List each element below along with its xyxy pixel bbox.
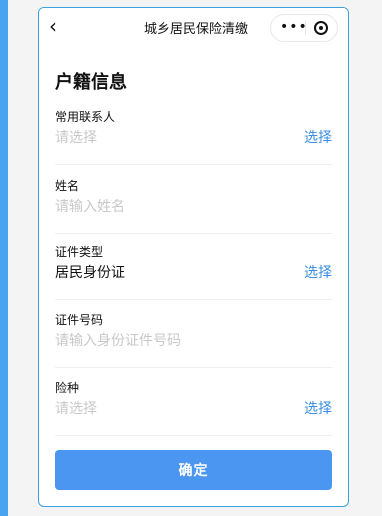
left-edge-strip xyxy=(0,0,8,516)
divider xyxy=(55,233,332,234)
divider xyxy=(55,367,332,368)
divider xyxy=(55,435,332,436)
select-button[interactable]: 选择 xyxy=(304,127,332,147)
capsule-divider xyxy=(305,21,306,35)
page-title: 城乡居民保险清缴 xyxy=(143,22,248,37)
top-navigation-bar: ‹ 城乡居民保险清缴 ••• xyxy=(39,8,348,46)
divider xyxy=(55,164,332,165)
field-label: 证件类型 xyxy=(55,245,104,259)
field-label: 证件号码 xyxy=(55,313,104,327)
confirm-button[interactable]: 确定 xyxy=(55,450,332,490)
section-heading: 户籍信息 xyxy=(55,72,127,93)
app-frame: ‹ 城乡居民保险清缴 ••• 户籍信息 常用联系人 请选择 选择 姓名 请输入姓… xyxy=(0,0,382,516)
field-value-contact[interactable]: 请选择 xyxy=(55,127,97,147)
field-label: 常用联系人 xyxy=(55,110,116,124)
divider xyxy=(55,299,332,300)
name-input[interactable]: 请输入姓名 xyxy=(55,196,125,216)
id-type-value[interactable]: 居民身份证 xyxy=(55,262,125,282)
phone-window: ‹ 城乡居民保险清缴 ••• 户籍信息 常用联系人 请选择 选择 姓名 请输入姓… xyxy=(38,7,349,507)
chevron-left-icon[interactable]: ‹ xyxy=(49,16,67,36)
select-button[interactable]: 选择 xyxy=(304,262,332,282)
mini-program-capsule[interactable]: ••• xyxy=(270,14,338,42)
select-button[interactable]: 选择 xyxy=(304,398,332,418)
field-label: 险种 xyxy=(55,381,80,395)
field-label: 姓名 xyxy=(55,179,80,193)
id-number-input[interactable]: 请输入身份证件号码 xyxy=(55,330,181,350)
circle-close-icon[interactable] xyxy=(314,21,328,35)
insurance-type-value[interactable]: 请选择 xyxy=(55,398,97,418)
more-dots-icon[interactable]: ••• xyxy=(280,19,308,35)
